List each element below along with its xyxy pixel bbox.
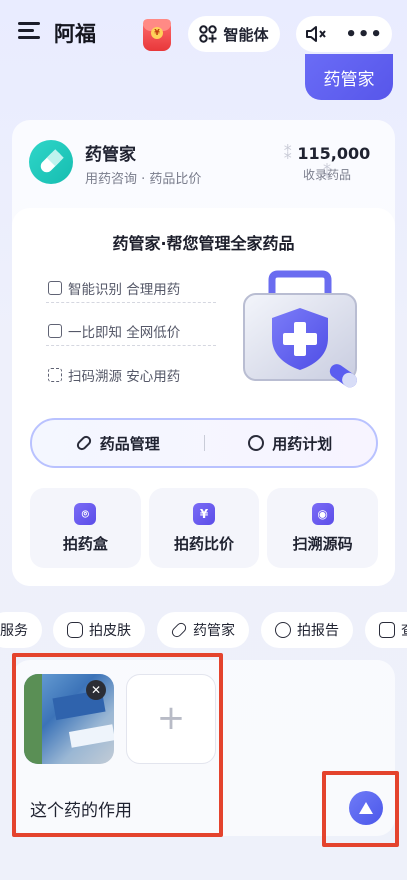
grid-icon [199,25,218,43]
divider [46,345,216,346]
more-icon[interactable]: ••• [345,24,383,45]
menu-icon[interactable] [18,22,40,42]
agent-button-label: 智能体 [223,25,269,44]
laurel-left-icon: ⁑ [283,144,292,163]
tool-grid: ⌾ 拍药盒 ¥ 拍药比价 ◉ 扫溯源码 [30,488,379,568]
tool-label: 扫溯源码 [292,534,353,553]
tab-label: 药品管理 [99,434,160,453]
quick-chips: 服务 拍皮肤 药管家 拍报告 查 [0,612,407,648]
feature-item: 智能识别 合理用药 [48,278,180,298]
panel-title: 药管家·帮您管理全家药品 [112,234,295,253]
feature-label: 扫码溯源 安心用药 [68,369,181,385]
chip-label: 药管家 [193,623,235,639]
chip-medicine-manager[interactable]: 药管家 [157,612,249,648]
camera-icon [48,281,62,295]
document-icon [48,324,62,338]
target-icon: ◉ [311,502,334,525]
user-message-bubble: 药管家 [305,54,393,100]
divider [46,302,216,303]
feature-item: 扫码溯源 安心用药 [48,365,180,385]
tool-label: 拍药盒 [62,534,108,553]
tool-label: 拍药比价 [174,534,235,553]
header-actions: ••• [296,16,392,52]
feature-item: 一比即知 全网低价 [48,321,180,341]
tab-medication-plan[interactable]: 用药计划 [205,433,377,454]
clock-icon [248,435,265,451]
yuan-coin-icon: ¥ [151,27,163,39]
pill-logo-icon [29,140,73,184]
chip-report-photo[interactable]: 拍报告 [261,612,353,648]
pill-icon [74,433,93,453]
tab-bar: 药品管理 用药计划 [30,418,378,468]
mute-speaker-icon[interactable] [305,25,327,43]
feature-label: 智能识别 合理用药 [68,282,181,298]
chip-skin-photo[interactable]: 拍皮肤 [53,612,145,648]
camera-icon [67,622,83,638]
chip-label: 拍报告 [297,623,339,639]
red-packet-icon[interactable]: ¥ [143,19,171,51]
tab-medicine-management[interactable]: 药品管理 [32,433,204,454]
agent-card: 药管家 用药咨询 · 药品比价 ⁑ 115,000 ⁑ 收录药品 药管家·帮您管… [12,120,395,586]
feature-label: 一比即知 全网低价 [68,325,181,341]
stat-label: 收录药品 [302,168,351,182]
agent-name: 药管家 [85,145,136,165]
pill-icon [169,620,189,640]
highlight-box [12,653,223,837]
chip-label: 拍皮肤 [89,623,131,639]
chip-service[interactable]: 服务 [0,612,42,648]
feature-panel: 药管家·帮您管理全家药品 智能识别 合理用药 一比即知 全网低价 扫码溯源 安心… [12,208,395,586]
scan-icon [48,368,62,382]
tool-trace-code[interactable]: ◉ 扫溯源码 [267,488,379,568]
chip-label: 查 [401,620,407,640]
tab-label: 用药计划 [272,434,333,453]
app-title: 阿福 [54,22,96,46]
scan-frame-icon: ⌾ [74,502,97,525]
agent-subtitle: 用药咨询 · 药品比价 [85,172,202,187]
yuan-icon: ¥ [193,502,215,525]
highlight-box [322,771,399,847]
chip-label: 服务 [0,623,28,639]
medicine-kit-illustration [243,270,357,388]
tool-photo-box[interactable]: ⌾ 拍药盒 [30,488,141,568]
document-icon [275,622,291,638]
plus-box-icon [379,622,395,638]
agent-button[interactable]: 智能体 [188,16,280,52]
chip-more[interactable]: 查 [365,612,407,648]
tool-price-compare[interactable]: ¥ 拍药比价 [148,488,260,568]
stat-value-text: 115,000 [297,144,371,163]
